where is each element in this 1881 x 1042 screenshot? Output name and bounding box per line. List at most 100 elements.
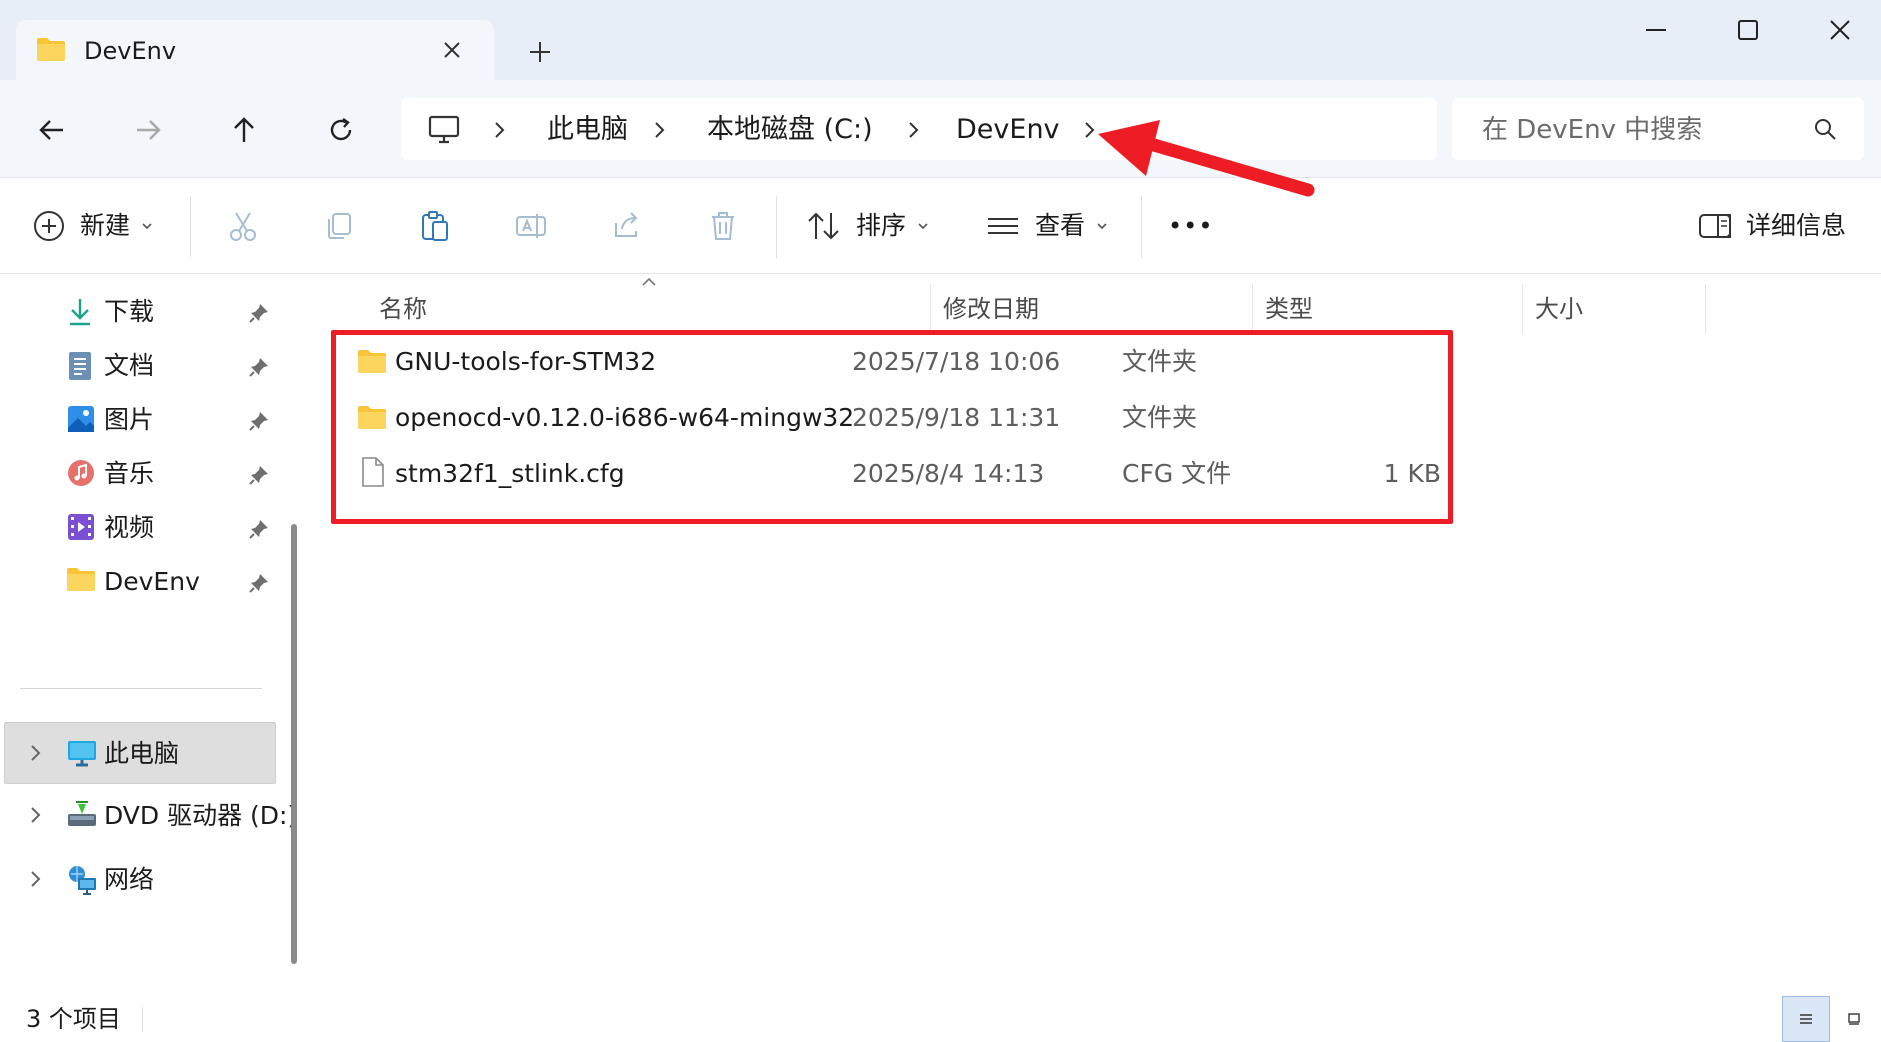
cut-icon bbox=[219, 202, 267, 250]
more-label: ••• bbox=[1168, 212, 1214, 240]
video-icon bbox=[66, 512, 96, 542]
rename-icon bbox=[507, 202, 555, 250]
network-icon bbox=[66, 864, 98, 896]
close-window-icon[interactable] bbox=[1810, 10, 1870, 50]
maximize-icon[interactable] bbox=[1718, 10, 1778, 50]
share-button[interactable] bbox=[603, 202, 651, 250]
chevron-right-icon[interactable] bbox=[24, 742, 46, 764]
dvd-drive-icon bbox=[66, 800, 98, 830]
up-icon[interactable] bbox=[220, 106, 268, 154]
command-bar: 新建 排序 查看 ••• 详细信息 bbox=[0, 178, 1881, 274]
thumbnail-view-icon[interactable] bbox=[1830, 996, 1878, 1042]
column-header-size[interactable]: 大小 bbox=[1523, 284, 1706, 334]
title-bar: DevEnv bbox=[0, 0, 1881, 80]
status-bar: 3 个项目 bbox=[0, 996, 1881, 1042]
pin-icon[interactable] bbox=[248, 302, 270, 324]
chevron-down-icon bbox=[1095, 219, 1109, 233]
new-label: 新建 bbox=[80, 211, 131, 240]
chevron-right-icon[interactable] bbox=[24, 868, 46, 890]
sidebar-item-music[interactable]: 音乐 bbox=[0, 446, 282, 502]
view-list-icon bbox=[985, 209, 1021, 243]
tab-devenv[interactable]: DevEnv bbox=[16, 20, 494, 80]
sidebar-item-label: 图片 bbox=[104, 405, 155, 434]
navigation-bar: 此电脑 本地磁盘 (C:) DevEnv 在 DevEnv 中搜索 bbox=[0, 80, 1881, 178]
sidebar-item-label: 下载 bbox=[104, 297, 155, 326]
tab-title: DevEnv bbox=[84, 37, 177, 65]
plus-icon[interactable] bbox=[522, 34, 558, 70]
sort-button[interactable]: 排序 bbox=[806, 202, 930, 250]
sidebar-item-dvd-drive[interactable]: DVD 驱动器 (D:) bbox=[0, 788, 297, 844]
column-header-type[interactable]: 类型 bbox=[1253, 284, 1523, 334]
document-icon bbox=[66, 350, 94, 382]
rename-button[interactable] bbox=[507, 202, 555, 250]
details-label: 详细信息 bbox=[1746, 211, 1847, 240]
sidebar-item-label: 网络 bbox=[104, 865, 155, 894]
paste-button[interactable] bbox=[411, 202, 459, 250]
pin-icon[interactable] bbox=[248, 464, 270, 486]
chevron-right-icon[interactable] bbox=[24, 804, 46, 826]
share-icon bbox=[603, 202, 651, 250]
chevron-right-icon[interactable] bbox=[647, 118, 671, 142]
sort-label: 排序 bbox=[856, 211, 907, 240]
folder-icon bbox=[66, 566, 96, 592]
sidebar-scrollbar[interactable] bbox=[291, 524, 297, 964]
column-header-name[interactable]: 名称 bbox=[367, 284, 931, 334]
sidebar-item-videos[interactable]: 视频 bbox=[0, 500, 282, 556]
sort-icon bbox=[806, 209, 842, 243]
details-pane-icon bbox=[1698, 211, 1732, 241]
minimize-icon[interactable] bbox=[1626, 10, 1686, 50]
sidebar-item-devenv[interactable]: DevEnv bbox=[0, 554, 282, 610]
toolbar-divider bbox=[190, 196, 191, 258]
forward-icon[interactable] bbox=[124, 106, 172, 154]
sidebar-item-pictures[interactable]: 图片 bbox=[0, 392, 282, 448]
navigation-pane: 下载 文档 图片 音乐 视频 DevEnv 此电脑 DVD 驱动器 (D:) 网… bbox=[0, 274, 297, 996]
details-pane-button[interactable]: 详细信息 bbox=[1698, 202, 1846, 250]
search-box[interactable]: 在 DevEnv 中搜索 bbox=[1452, 98, 1864, 160]
column-header-modified[interactable]: 修改日期 bbox=[931, 284, 1253, 334]
refresh-icon[interactable] bbox=[317, 106, 365, 154]
sidebar-item-this-pc[interactable]: 此电脑 bbox=[0, 726, 282, 782]
item-count: 3 个项目 bbox=[26, 1005, 121, 1033]
chevron-down-icon bbox=[140, 219, 154, 233]
back-icon[interactable] bbox=[28, 106, 76, 154]
pin-icon[interactable] bbox=[248, 410, 270, 432]
pin-icon[interactable] bbox=[248, 518, 270, 540]
new-button[interactable]: 新建 bbox=[32, 202, 154, 250]
chevron-right-icon[interactable] bbox=[901, 118, 925, 142]
sidebar-item-downloads[interactable]: 下载 bbox=[0, 284, 282, 340]
chevron-right-icon[interactable] bbox=[487, 118, 511, 142]
sidebar-item-label: DevEnv bbox=[104, 567, 200, 596]
pin-icon[interactable] bbox=[248, 356, 270, 378]
search-placeholder[interactable]: 在 DevEnv 中搜索 bbox=[1482, 114, 1702, 146]
sidebar-divider bbox=[20, 688, 262, 689]
delete-button[interactable] bbox=[699, 202, 747, 250]
sidebar-item-label: 音乐 bbox=[104, 459, 155, 488]
sidebar-item-label: 文档 bbox=[104, 351, 155, 380]
close-icon[interactable] bbox=[436, 34, 468, 66]
annotation-arrow bbox=[1098, 120, 1315, 197]
breadcrumb-this-pc[interactable]: 此电脑 bbox=[547, 114, 628, 146]
cut-button[interactable] bbox=[219, 202, 267, 250]
delete-icon bbox=[699, 202, 747, 250]
sidebar-item-label: 视频 bbox=[104, 513, 155, 542]
annotation-highlight-box bbox=[331, 330, 1453, 524]
sidebar-item-label: 此电脑 bbox=[104, 739, 180, 768]
sidebar-item-network[interactable]: 网络 bbox=[0, 852, 282, 908]
download-icon bbox=[66, 296, 94, 328]
breadcrumb-devenv[interactable]: DevEnv bbox=[956, 114, 1060, 146]
add-circle-icon bbox=[32, 209, 66, 243]
paste-icon bbox=[411, 202, 459, 250]
chevron-down-icon bbox=[916, 219, 930, 233]
computer-icon[interactable] bbox=[427, 114, 461, 146]
toolbar-divider bbox=[776, 196, 777, 258]
details-view-icon[interactable] bbox=[1782, 996, 1830, 1042]
status-divider bbox=[142, 1006, 143, 1032]
pin-icon[interactable] bbox=[248, 572, 270, 594]
pictures-icon bbox=[66, 404, 96, 434]
music-icon bbox=[66, 458, 96, 488]
view-label: 查看 bbox=[1035, 211, 1086, 240]
copy-button[interactable] bbox=[315, 202, 363, 250]
search-icon[interactable] bbox=[1812, 116, 1838, 142]
sidebar-item-documents[interactable]: 文档 bbox=[0, 338, 282, 394]
breadcrumb-local-disk[interactable]: 本地磁盘 (C:) bbox=[707, 114, 873, 146]
